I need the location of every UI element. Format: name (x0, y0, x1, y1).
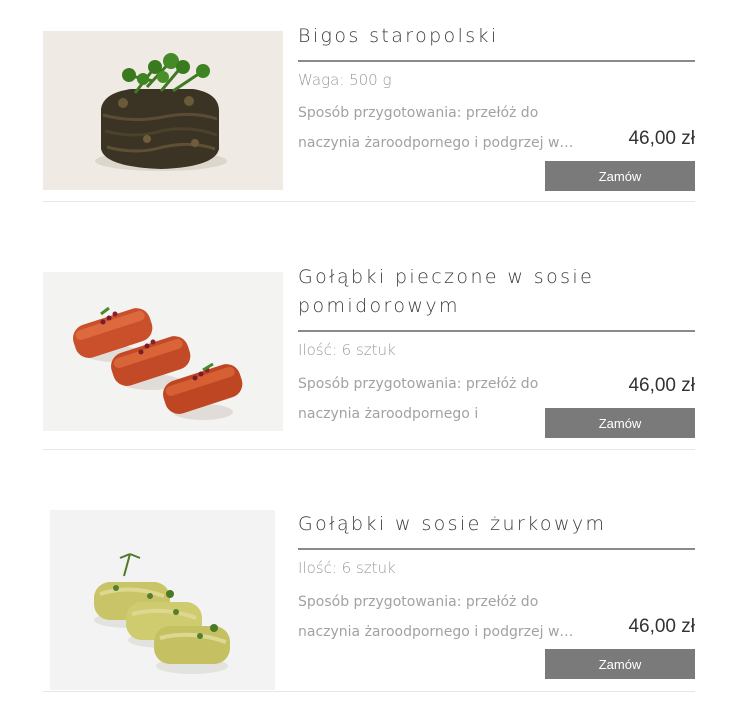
product-separator (43, 201, 695, 202)
title-divider (298, 330, 695, 332)
product-card: Bigos staropolski Waga: 500 g Sposób prz… (43, 0, 695, 202)
product-description: Sposób przygotowania: przełóż do naczyni… (298, 594, 574, 640)
product-weight: Ilość: 6 sztuk (298, 341, 396, 359)
product-description: Sposób przygotowania: przełóż do naczyni… (298, 105, 574, 151)
order-button[interactable]: Zamów (545, 408, 695, 438)
product-description: Sposób przygotowania: przełóż do naczyni… (298, 376, 539, 422)
tomato-cabbage-rolls-image (43, 272, 283, 431)
product-separator (43, 691, 695, 692)
product-image[interactable] (50, 510, 275, 690)
product-weight: Waga: 500 g (298, 71, 392, 89)
zurek-cabbage-rolls-image (50, 510, 275, 690)
order-button[interactable]: Zamów (545, 649, 695, 679)
bigos-dish-image (43, 31, 283, 190)
product-image[interactable] (43, 272, 283, 431)
product-price: 46,00 zł (628, 375, 695, 396)
product-title[interactable]: Gołąbki w sosie żurkowym (298, 510, 695, 539)
product-title[interactable]: Bigos staropolski (298, 22, 695, 51)
order-button[interactable]: Zamów (545, 161, 695, 191)
title-divider (298, 60, 695, 62)
product-weight: Ilość: 6 sztuk (298, 559, 396, 577)
product-image[interactable] (43, 31, 283, 190)
product-price: 46,00 zł (628, 616, 695, 637)
product-title[interactable]: Gołąbki pieczone w sosie pomidorowym (298, 263, 695, 321)
product-card: Gołąbki w sosie żurkowym Ilość: 6 sztuk … (43, 496, 695, 692)
product-card: Gołąbki pieczone w sosie pomidorowym Ilo… (43, 245, 695, 450)
title-divider (298, 548, 695, 550)
product-price: 46,00 zł (628, 128, 695, 149)
product-separator (43, 449, 695, 450)
